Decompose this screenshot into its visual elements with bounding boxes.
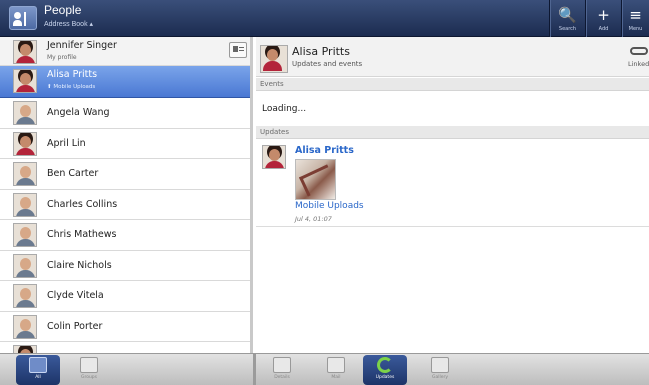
contact-detail-pane: Alisa Pritts Updates and events Linked E… [256, 37, 649, 353]
loading-text: Loading... [262, 104, 307, 114]
list-item[interactable]: Claire Nichols [0, 251, 250, 281]
linked-button[interactable]: Linked [628, 43, 649, 68]
tab-updates[interactable]: Updates [363, 355, 407, 385]
details-icon [273, 357, 291, 373]
gallery-icon [431, 357, 449, 373]
my-profile-row[interactable]: Jennifer Singer My profile [0, 37, 250, 66]
contact-status: ⬆ Mobile Uploads [47, 84, 96, 90]
app-title: People [44, 3, 82, 17]
list-item[interactable]: Charles Collins [0, 190, 250, 220]
update-photo[interactable] [295, 159, 336, 200]
list-item[interactable]: Ben Carter [0, 159, 250, 190]
tab-all[interactable]: All [16, 355, 60, 385]
contact-name: Claire Nichols [47, 259, 112, 271]
avatar [13, 253, 37, 278]
tab-label: Groups [80, 375, 98, 380]
contact-list[interactable]: Jennifer Singer My profile Alisa Pritts … [0, 37, 253, 353]
avatar [13, 345, 37, 353]
detail-subtitle: Updates and events [292, 60, 363, 68]
list-item[interactable]: April Lin [0, 129, 250, 159]
list-item[interactable]: Angela Wang [0, 98, 250, 129]
contact-name: Chris Mathews [47, 229, 117, 240]
tab-label: Mail [331, 375, 341, 380]
avatar [13, 131, 37, 156]
contact-name: Clyde Vitela [47, 290, 104, 301]
tab-label: Updates [375, 375, 395, 380]
contact-name: Angela Wang [47, 107, 110, 118]
add-label: Add [598, 26, 609, 32]
list-item-partial[interactable] [0, 342, 250, 353]
bottom-tab-bar: All Groups Details Mail Updates Gallery [0, 353, 649, 385]
search-button[interactable]: 🔍 Search [549, 0, 585, 37]
top-bar: People Address Book ▴ 🔍 Search + Add ≡ M… [0, 0, 649, 37]
people-icon [29, 357, 47, 373]
contact-name: Alisa Pritts [47, 69, 98, 80]
tab-mail[interactable]: Mail [314, 355, 358, 385]
search-icon: 🔍 [558, 6, 577, 24]
tab-details[interactable]: Details [260, 355, 304, 385]
update-author-link[interactable]: Alisa Pritts [295, 145, 354, 156]
tab-gallery[interactable]: Gallery [418, 355, 462, 385]
mail-icon [327, 357, 345, 373]
list-item[interactable]: Chris Mathews [0, 220, 250, 251]
tab-label: Gallery [431, 375, 449, 380]
linked-label: Linked [628, 60, 649, 68]
avatar [13, 314, 37, 339]
avatar [260, 45, 288, 73]
avatar [13, 40, 37, 64]
refresh-icon [377, 357, 393, 373]
contact-name: Charles Collins [47, 198, 118, 210]
detail-name: Alisa Pritts [292, 45, 350, 58]
people-app-icon [9, 6, 37, 30]
contact-card-icon[interactable] [229, 42, 247, 58]
profile-subtitle: My profile [47, 54, 77, 61]
contact-name: April Lin [47, 137, 86, 149]
updates-section-header: Updates [256, 126, 649, 139]
tab-groups[interactable]: Groups [67, 355, 111, 385]
menu-label: Menu [628, 26, 643, 32]
update-timestamp: Jul 4, 01:07 [295, 215, 332, 223]
tab-label: Details [274, 375, 290, 380]
avatar [262, 145, 286, 169]
avatar [13, 223, 37, 247]
events-section-header: Events [256, 78, 649, 91]
link-icon [629, 47, 648, 55]
list-item[interactable]: Colin Porter [0, 312, 250, 342]
divider [256, 226, 649, 227]
search-label: Search [558, 26, 577, 32]
avatar [13, 162, 37, 186]
add-button[interactable]: + Add [585, 0, 621, 37]
avatar [13, 192, 37, 217]
profile-name: Jennifer Singer [47, 40, 117, 51]
menu-icon: ≡ [629, 6, 642, 24]
album-link[interactable]: Mobile Uploads [295, 201, 364, 211]
list-item[interactable]: Clyde Vitela [0, 281, 250, 312]
avatar [13, 69, 37, 93]
list-item-selected[interactable]: Alisa Pritts ⬆ Mobile Uploads [0, 66, 250, 98]
address-book-selector[interactable]: Address Book ▴ [44, 20, 93, 28]
avatar [13, 101, 37, 125]
avatar [13, 284, 37, 308]
detail-header: Alisa Pritts Updates and events Linked [256, 37, 649, 77]
contact-name: Colin Porter [47, 320, 103, 332]
tab-label: All [35, 375, 41, 380]
groups-icon [80, 357, 98, 373]
menu-button[interactable]: ≡ Menu [621, 0, 649, 37]
divider [253, 354, 256, 385]
plus-icon: + [597, 6, 610, 24]
contact-name: Ben Carter [47, 168, 99, 179]
